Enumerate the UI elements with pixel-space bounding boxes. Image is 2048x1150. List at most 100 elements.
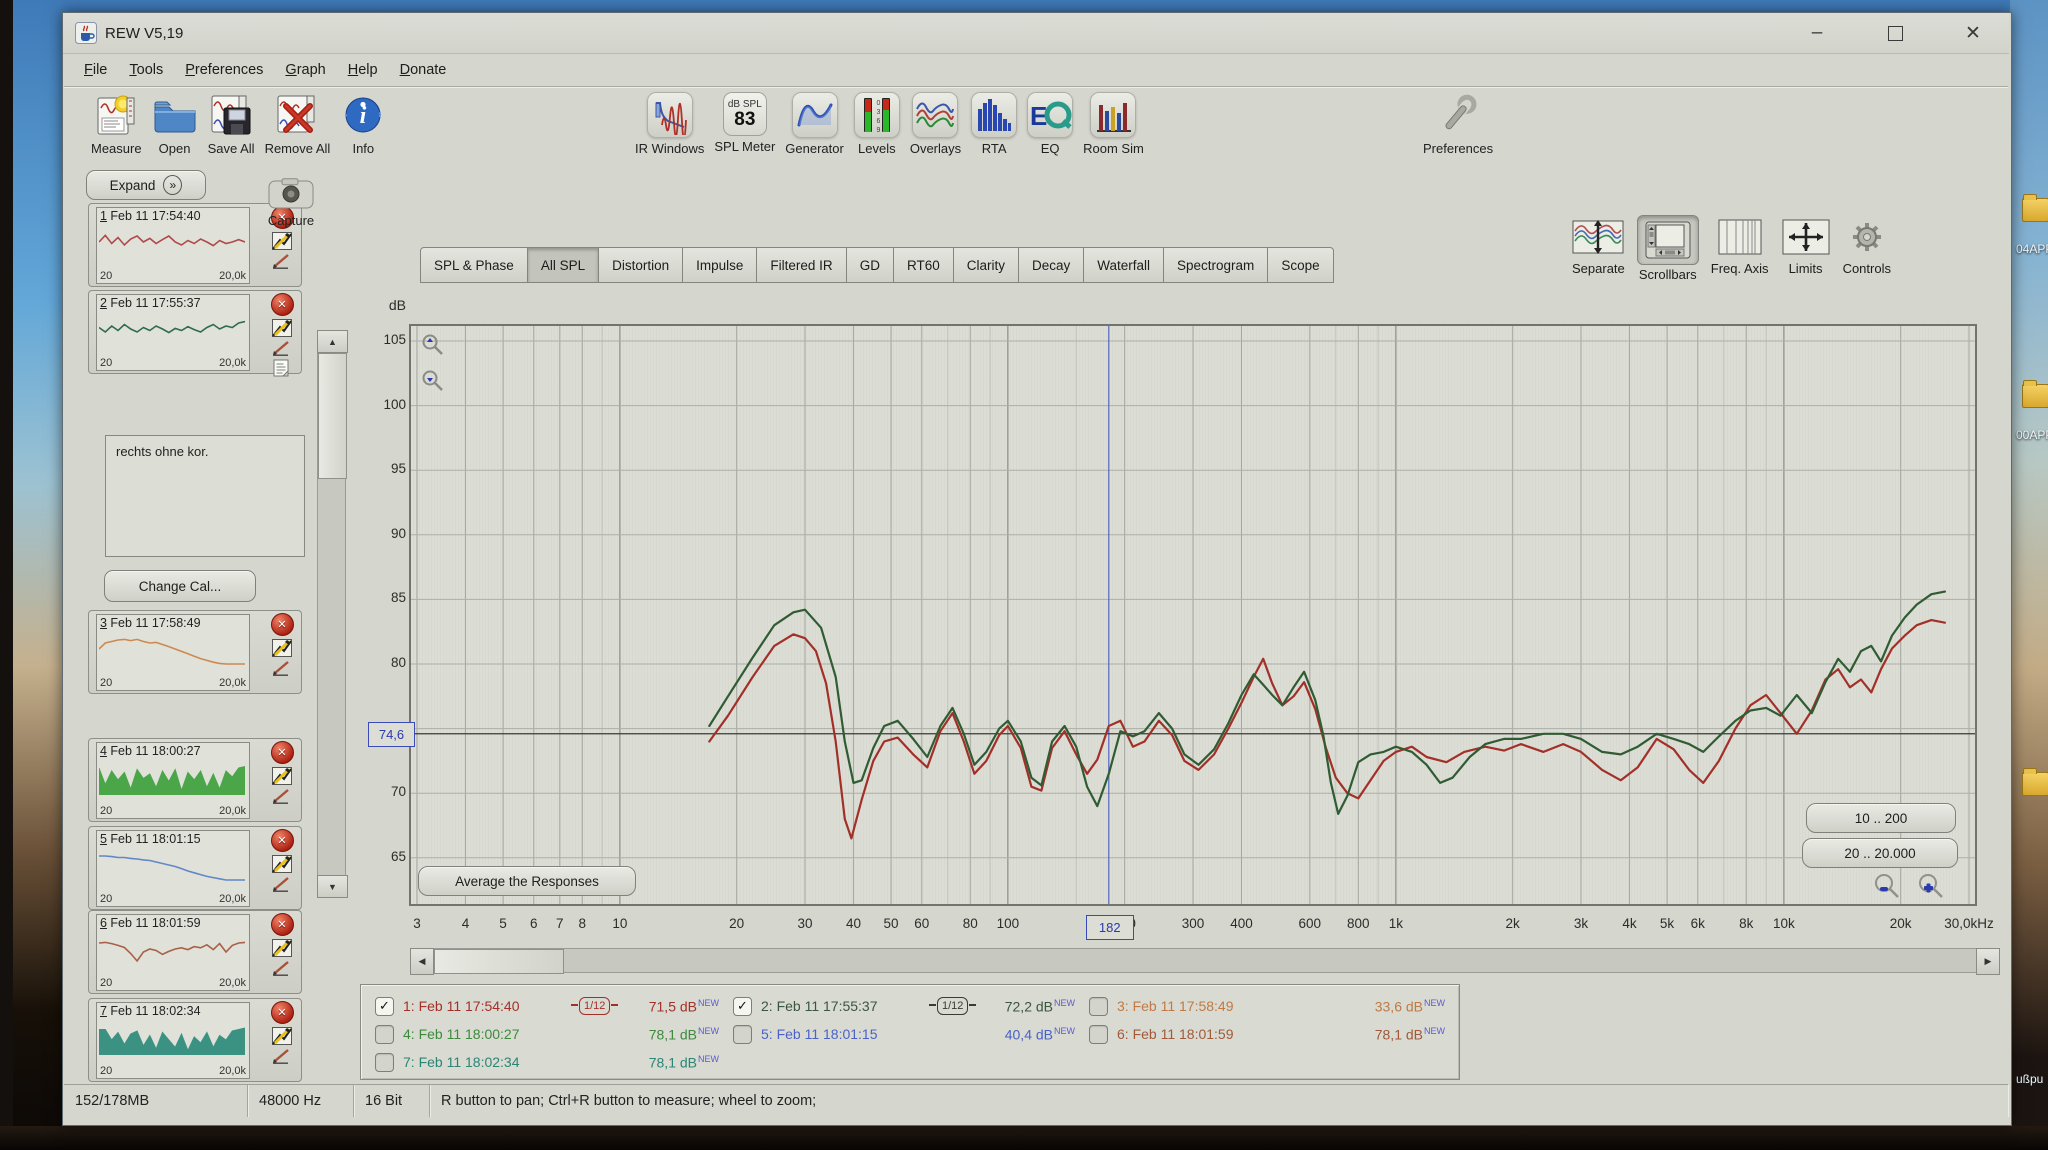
tool-eq[interactable]: EEQ: [1027, 92, 1073, 156]
measurement-item-7[interactable]: 7 Feb 11 18:02:342020,0k ✕: [88, 998, 302, 1082]
menu-help[interactable]: Help: [348, 62, 378, 78]
menu-preferences[interactable]: Preferences: [185, 62, 263, 78]
smoothing-badge[interactable]: 1/12: [579, 997, 610, 1015]
menu-donate[interactable]: Donate: [400, 62, 447, 78]
tool-generator[interactable]: Generator: [785, 92, 844, 156]
menu-graph[interactable]: Graph: [285, 62, 325, 78]
measurement-item-3[interactable]: 3 Feb 11 17:58:492020,0k✕: [88, 610, 302, 694]
tool-open[interactable]: Open: [152, 92, 198, 156]
edit-chart-icon[interactable]: [272, 1027, 292, 1045]
edit-chart-icon[interactable]: [272, 639, 292, 657]
tab-distortion[interactable]: Distortion: [599, 247, 683, 283]
expand-button[interactable]: Expand »: [86, 170, 206, 200]
x-zoom-out-magnifier-icon[interactable]: [1872, 872, 1902, 902]
pencil-icon[interactable]: [272, 960, 292, 976]
measurement-thumbnail[interactable]: 7 Feb 11 18:02:342020,0k: [96, 1002, 250, 1079]
graph-control-scrollbars[interactable]: Scrollbars: [1637, 215, 1699, 282]
measurement-item-5[interactable]: 5 Feb 11 18:01:152020,0k ✕: [88, 826, 302, 910]
tab-all-spl[interactable]: All SPL: [528, 247, 599, 283]
tool-measure[interactable]: Measure: [91, 92, 142, 156]
tab-spectrogram[interactable]: Spectrogram: [1164, 247, 1268, 283]
tab-impulse[interactable]: Impulse: [683, 247, 757, 283]
desktop-folder-icon[interactable]: [2022, 772, 2048, 796]
edit-chart-icon[interactable]: [272, 767, 292, 785]
delete-measurement-icon[interactable]: ✕: [271, 293, 294, 316]
minimize-button[interactable]: –: [1795, 16, 1839, 50]
horizontal-scroll-thumb[interactable]: [434, 949, 564, 974]
tool-overlays[interactable]: Overlays: [910, 92, 961, 156]
legend-checkbox[interactable]: [1089, 1025, 1108, 1044]
scroll-down-arrow[interactable]: ▼: [317, 875, 348, 898]
tool-remove-all[interactable]: Remove All: [265, 92, 331, 156]
delete-measurement-icon[interactable]: ✕: [271, 913, 294, 936]
smoothing-badge[interactable]: 1/12: [937, 997, 968, 1015]
title-bar[interactable]: REW V5,19 – ✕: [63, 13, 2009, 54]
edit-chart-icon[interactable]: [272, 939, 292, 957]
tool-save-all[interactable]: Save All: [208, 92, 255, 156]
desktop-folder-icon[interactable]: [2022, 198, 2048, 222]
edit-chart-icon[interactable]: [272, 855, 292, 873]
measurement-notes-input[interactable]: rechts ohne kor.: [106, 436, 304, 556]
capture-button[interactable]: Capture: [252, 178, 330, 228]
tab-rt60[interactable]: RT60: [894, 247, 954, 283]
desktop-folder-icon[interactable]: [2022, 384, 2048, 408]
legend-checkbox[interactable]: [1089, 997, 1108, 1016]
vertical-scroll-thumb[interactable]: [318, 353, 347, 479]
tool-ir-windows[interactable]: IR Windows: [635, 92, 704, 156]
y-zoom-out-magnifier-icon[interactable]: [420, 368, 446, 394]
delete-measurement-icon[interactable]: ✕: [271, 741, 294, 764]
legend-checkbox[interactable]: ✓: [733, 997, 752, 1016]
graph-control-freq-axis[interactable]: Freq. Axis: [1711, 215, 1769, 282]
graph-control-controls[interactable]: Controls: [1843, 215, 1891, 282]
edit-chart-icon[interactable]: [272, 319, 292, 337]
tool-levels[interactable]: 0369Levels: [854, 92, 900, 156]
menu-file[interactable]: File: [84, 62, 107, 78]
tab-clarity[interactable]: Clarity: [954, 247, 1019, 283]
measurement-item-2[interactable]: 2 Feb 11 17:55:372020,0k ✕: [88, 290, 302, 374]
tool-spl-meter[interactable]: dB SPL83SPL Meter: [714, 92, 775, 154]
range-20-20000-button[interactable]: 20 .. 20.000: [1802, 838, 1958, 868]
x-zoom-in-magnifier-icon[interactable]: [1916, 872, 1946, 902]
close-button[interactable]: ✕: [1951, 16, 1995, 50]
pencil-icon[interactable]: [272, 340, 292, 356]
scroll-right-arrow[interactable]: ▶: [1976, 948, 2000, 975]
measurement-thumbnail[interactable]: 2 Feb 11 17:55:372020,0k: [96, 294, 250, 371]
menu-tools[interactable]: Tools: [129, 62, 163, 78]
measurement-item-6[interactable]: 6 Feb 11 18:01:592020,0k ✕: [88, 910, 302, 994]
graph-control-separate[interactable]: Separate: [1572, 215, 1625, 282]
pencil-icon[interactable]: [272, 1048, 292, 1064]
notes-icon[interactable]: [273, 359, 291, 377]
delete-measurement-icon[interactable]: ✕: [271, 613, 294, 636]
tab-spl-phase[interactable]: SPL & Phase: [420, 247, 528, 283]
tool-preferences[interactable]: Preferences: [1423, 92, 1493, 156]
tab-waterfall[interactable]: Waterfall: [1084, 247, 1164, 283]
scroll-up-arrow[interactable]: ▲: [317, 330, 348, 353]
tab-scope[interactable]: Scope: [1268, 247, 1333, 283]
edit-chart-icon[interactable]: [272, 232, 292, 250]
legend-checkbox[interactable]: [733, 1025, 752, 1044]
tab-gd[interactable]: GD: [847, 247, 894, 283]
measurement-thumbnail[interactable]: 1 Feb 11 17:54:402020,0k: [96, 207, 250, 284]
pencil-icon[interactable]: [272, 660, 292, 676]
measurement-thumbnail[interactable]: 6 Feb 11 18:01:592020,0k: [96, 914, 250, 991]
average-responses-button[interactable]: Average the Responses: [418, 866, 636, 896]
tab-decay[interactable]: Decay: [1019, 247, 1084, 283]
legend-checkbox[interactable]: ✓: [375, 997, 394, 1016]
legend-checkbox[interactable]: [375, 1025, 394, 1044]
measurement-thumbnail[interactable]: 5 Feb 11 18:01:152020,0k: [96, 830, 250, 907]
pencil-icon[interactable]: [272, 253, 292, 269]
measurement-thumbnail[interactable]: 4 Feb 11 18:00:272020,0k: [96, 742, 250, 819]
tab-filtered-ir[interactable]: Filtered IR: [757, 247, 846, 283]
scroll-left-arrow[interactable]: ◀: [410, 948, 434, 975]
delete-measurement-icon[interactable]: ✕: [271, 829, 294, 852]
pencil-icon[interactable]: [272, 876, 292, 892]
measurement-item-4[interactable]: 4 Feb 11 18:00:272020,0k ✕: [88, 738, 302, 822]
legend-checkbox[interactable]: [375, 1053, 394, 1072]
maximize-button[interactable]: [1873, 16, 1917, 50]
tool-rta[interactable]: RTA: [971, 92, 1017, 156]
frequency-horizontal-scrollbar[interactable]: [410, 948, 1998, 973]
delete-measurement-icon[interactable]: ✕: [271, 1001, 294, 1024]
range-10-200-button[interactable]: 10 .. 200: [1806, 803, 1956, 833]
change-cal-button[interactable]: Change Cal...: [104, 570, 256, 602]
y-zoom-in-magnifier-icon[interactable]: [420, 332, 446, 358]
